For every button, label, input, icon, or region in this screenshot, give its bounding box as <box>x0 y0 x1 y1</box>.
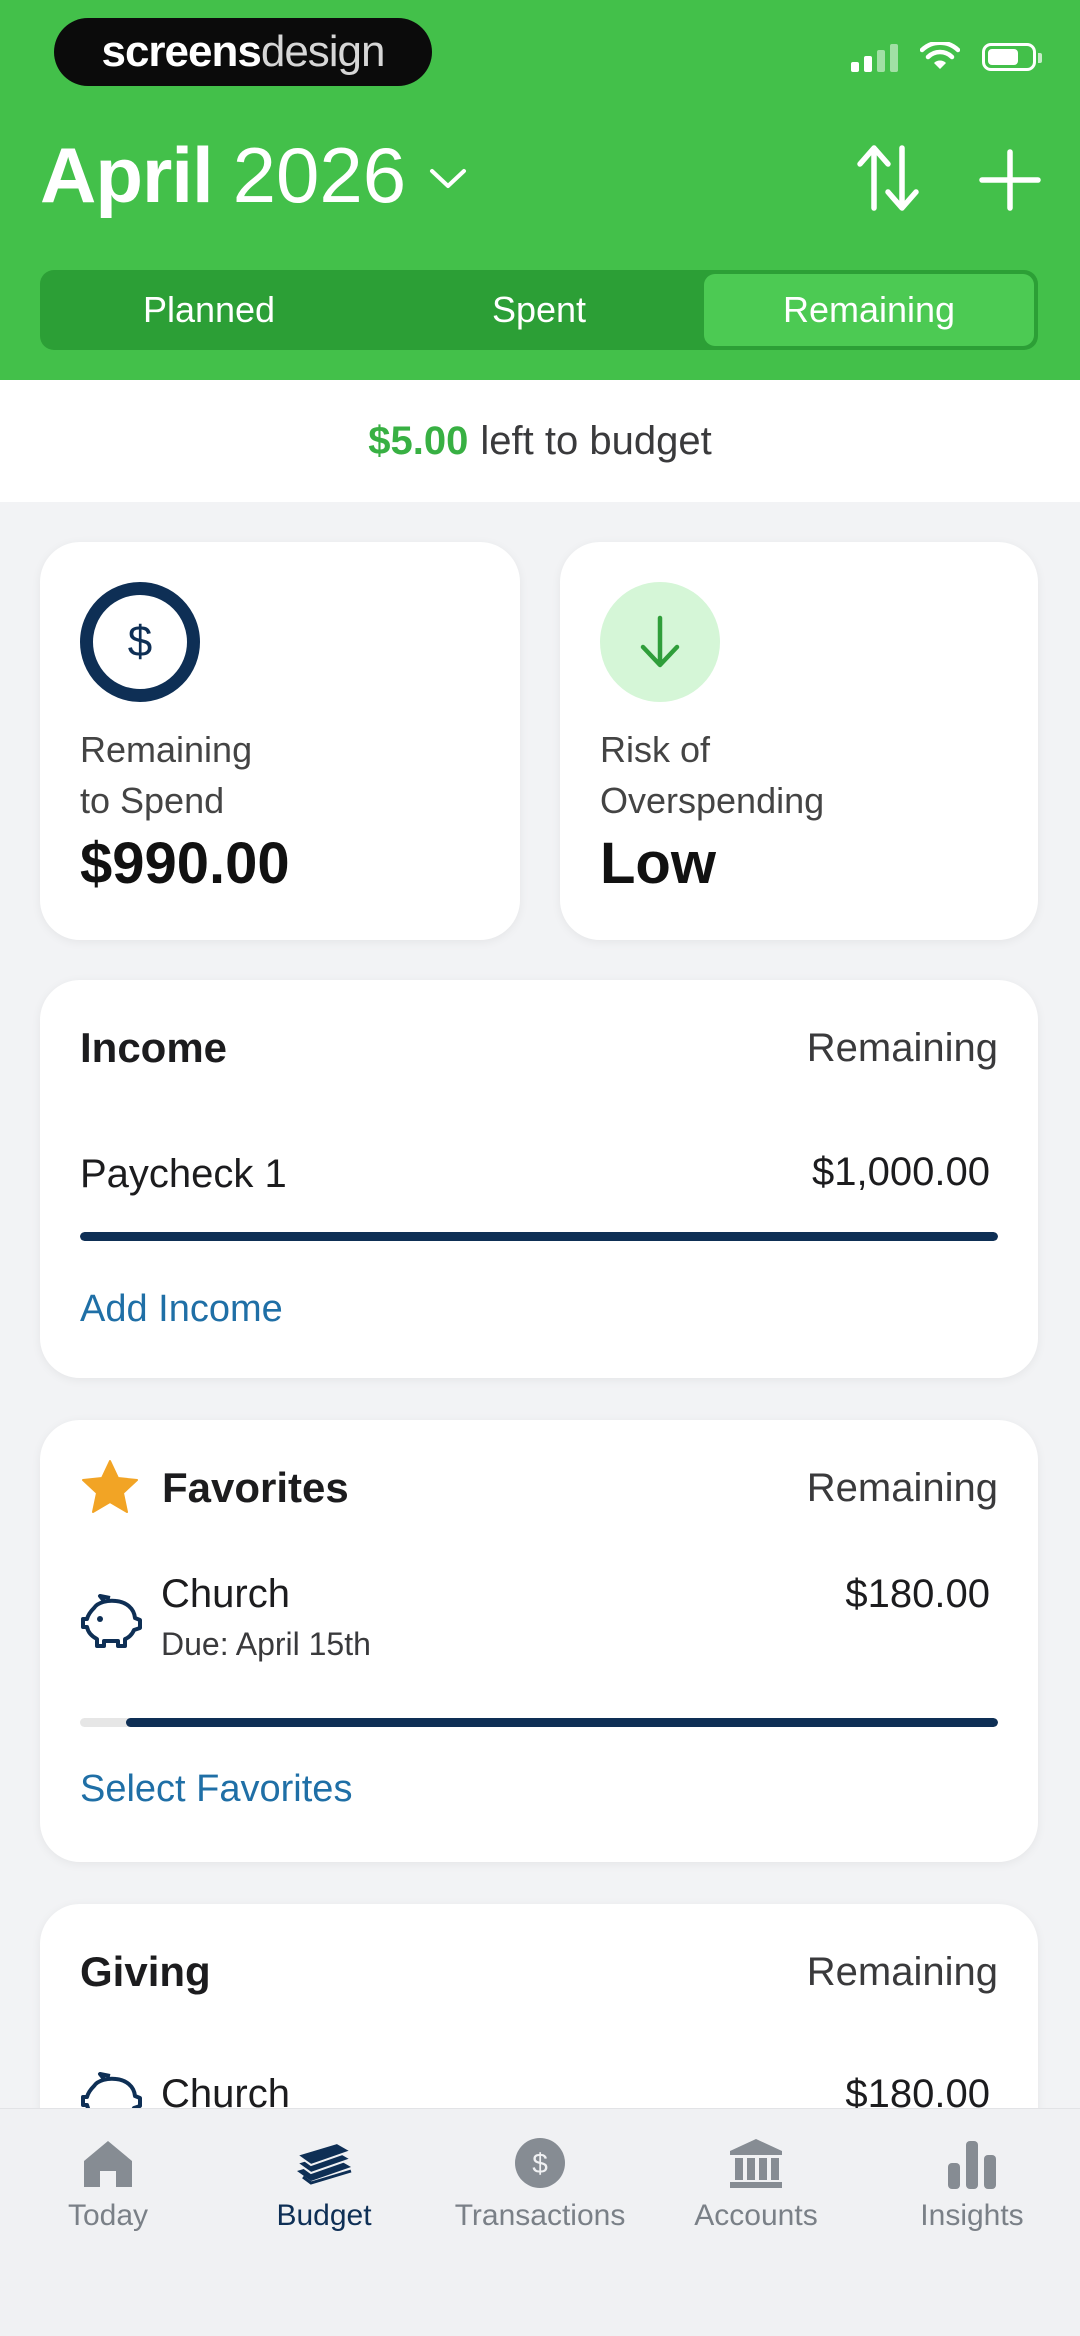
favorite-progress-fill <box>125 1718 998 1727</box>
sort-icon[interactable] <box>856 142 920 214</box>
battery-icon <box>982 43 1042 71</box>
home-icon <box>84 2141 132 2187</box>
month-label: April <box>40 131 214 219</box>
bar-chart-icon <box>948 2141 996 2189</box>
dollar-ring-icon: $ <box>80 582 200 702</box>
month-selector[interactable]: April 2026 <box>40 130 468 221</box>
tab-budget[interactable]: Budget <box>216 2137 432 2233</box>
risk-label: Risk of Overspending <box>600 724 1020 826</box>
income-remaining-header: Remaining <box>806 1026 998 1070</box>
risk-of-overspending-card[interactable]: Risk of Overspending Low <box>560 542 1038 940</box>
app-header: screens design April 2026 Planned Spent R… <box>0 0 1080 380</box>
favorites-card: Favorites Remaining Church Due: April 15… <box>40 1420 1038 1862</box>
income-progress-bar <box>80 1232 998 1241</box>
risk-label-line2: Overspending <box>600 780 825 821</box>
favorites-title: Favorites <box>162 1464 349 1511</box>
income-title: Income <box>80 1024 228 1071</box>
giving-remaining-header: Remaining <box>806 1950 998 1994</box>
remaining-label-line2: to Spend <box>80 780 225 821</box>
dollar-circle-icon: $ <box>515 2138 565 2188</box>
star-icon <box>82 1460 138 1513</box>
left-to-budget-text: left to budget <box>480 418 712 463</box>
view-segmented-control: Planned Spent Remaining <box>40 270 1038 350</box>
favorite-item-due: Due: April 15th <box>161 1626 371 1662</box>
remaining-to-spend-value: $990.00 <box>80 831 290 896</box>
wifi-icon <box>920 42 960 69</box>
remaining-to-spend-label: Remaining to Spend <box>80 724 500 826</box>
tab-remaining[interactable]: Remaining <box>704 274 1034 346</box>
tab-transactions[interactable]: $ Transactions <box>432 2137 648 2233</box>
add-income-link[interactable]: Add Income <box>80 1288 283 1331</box>
budget-stack-icon <box>294 2141 354 2185</box>
arrow-down-icon <box>600 582 720 702</box>
bottom-tab-bar: Today Budget $ Transactions Accounts Ins… <box>0 2108 1080 2336</box>
tab-accounts[interactable]: Accounts <box>648 2137 864 2233</box>
favorites-remaining-header: Remaining <box>806 1466 998 1510</box>
income-progress-fill <box>80 1232 998 1241</box>
giving-title: Giving <box>80 1948 211 1995</box>
brand-logo-part2: design <box>260 27 386 76</box>
status-bar <box>851 42 1042 72</box>
favorite-item-amount: $180.00 <box>845 1572 990 1616</box>
tab-today-label: Today <box>67 2199 149 2232</box>
left-to-budget-amount: $5.00 <box>368 418 469 463</box>
tab-today[interactable]: Today <box>0 2137 216 2233</box>
cellular-signal-icon <box>851 42 898 72</box>
tab-spent[interactable]: Spent <box>374 274 704 346</box>
risk-label-line1: Risk of <box>600 729 711 770</box>
remaining-to-spend-card[interactable]: $ Remaining to Spend $990.00 <box>40 542 520 940</box>
income-item-name: Paycheck 1 <box>80 1152 287 1196</box>
bank-icon <box>730 2139 782 2188</box>
tab-budget-label: Budget <box>276 2199 372 2232</box>
tab-planned[interactable]: Planned <box>44 274 374 346</box>
brand-logo-part1: screens <box>101 27 261 76</box>
income-card: Income Remaining Paycheck 1 $1,000.00 Ad… <box>40 980 1038 1378</box>
chevron-down-icon <box>430 168 467 188</box>
favorite-item-name: Church <box>161 1572 290 1616</box>
tab-transactions-label: Transactions <box>454 2199 626 2232</box>
risk-value: Low <box>600 831 716 896</box>
svg-text:$: $ <box>532 2148 548 2179</box>
tab-insights[interactable]: Insights <box>864 2137 1080 2233</box>
left-to-budget-banner: $5.00 left to budget <box>0 380 1080 502</box>
brand-logo: screens design <box>54 18 432 86</box>
add-icon[interactable] <box>978 148 1042 212</box>
tab-insights-label: Insights <box>920 2199 1024 2232</box>
tab-accounts-label: Accounts <box>694 2199 818 2232</box>
year-label: 2026 <box>232 131 407 219</box>
piggy-bank-icon <box>81 1594 142 1648</box>
remaining-label-line1: Remaining <box>80 729 253 770</box>
select-favorites-link[interactable]: Select Favorites <box>80 1768 352 1811</box>
income-item-amount: $1,000.00 <box>812 1150 990 1194</box>
favorite-progress-bar <box>80 1718 998 1727</box>
